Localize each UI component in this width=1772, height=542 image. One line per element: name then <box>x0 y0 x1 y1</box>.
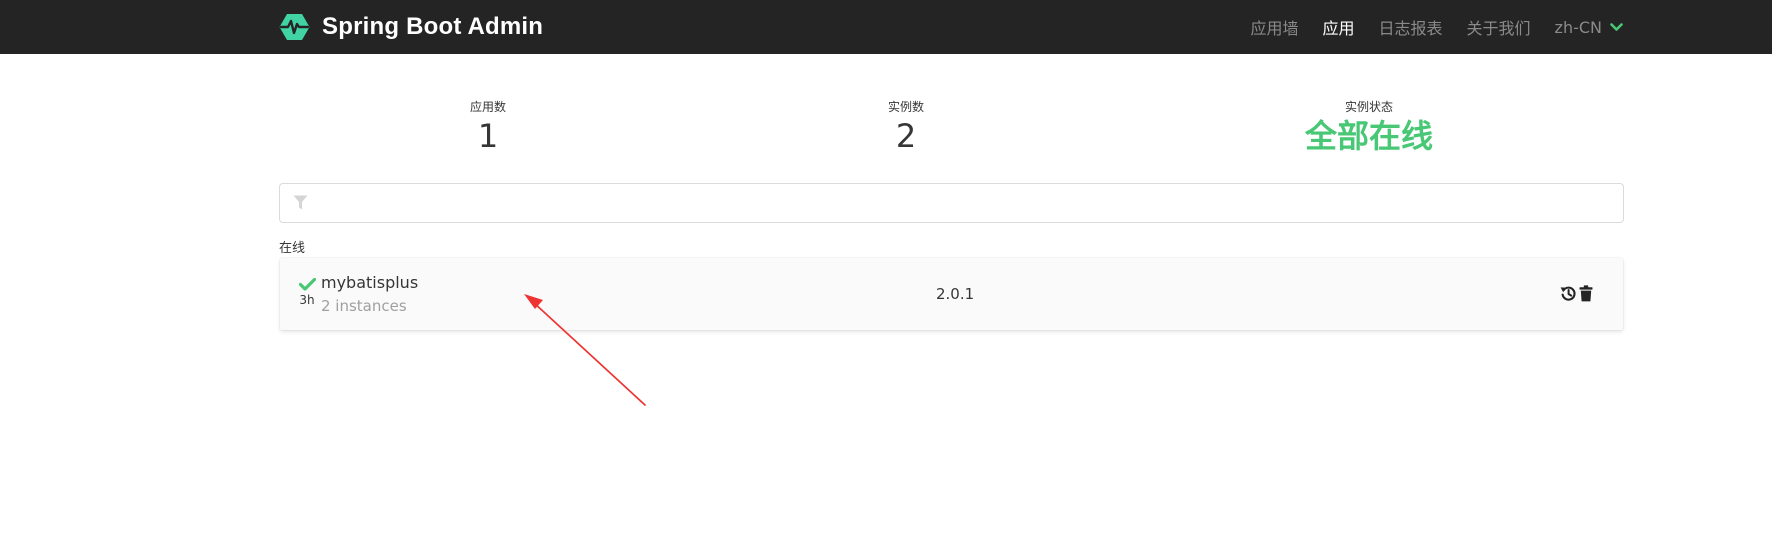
stat-instances: 实例数 2 <box>888 98 924 155</box>
stat-applications-heading: 应用数 <box>469 100 507 114</box>
delete-button[interactable] <box>1579 285 1593 306</box>
nav-item-journal[interactable]: 日志报表 <box>1379 15 1443 39</box>
nav-item-about[interactable]: 关于我们 <box>1467 15 1531 39</box>
trash-icon <box>1579 285 1593 302</box>
brand-link[interactable]: Spring Boot Admin <box>279 12 543 42</box>
check-icon <box>298 278 316 291</box>
statistics-level: 应用数 1 实例数 2 实例状态 全部在线 <box>279 98 1624 164</box>
filter-input[interactable] <box>320 190 1614 218</box>
stat-instances-heading: 实例数 <box>887 100 925 114</box>
nav-menu: 应用墙 应用 日志报表 关于我们 zh-CN <box>1226 0 1623 54</box>
application-version: 2.0.1 <box>936 285 975 303</box>
application-row[interactable]: 3h mybatisplus 2 instances 2.0.1 <box>280 258 1623 330</box>
application-name: mybatisplus <box>321 273 419 292</box>
group-label-up: 在线 <box>279 241 306 256</box>
stat-status: 实例状态 全部在线 <box>1305 98 1433 155</box>
application-status: 3h <box>296 278 318 307</box>
stat-applications: 应用数 1 <box>470 98 506 155</box>
filter-field[interactable] <box>279 183 1624 223</box>
navbar: Spring Boot Admin 应用墙 应用 日志报表 关于我们 zh-CN <box>0 0 1772 54</box>
stat-applications-value: 1 <box>477 117 499 155</box>
chevron-down-icon <box>1610 22 1623 31</box>
application-actions <box>1558 285 1593 306</box>
history-icon <box>1560 286 1576 301</box>
filter-icon <box>293 195 308 210</box>
language-selector[interactable]: zh-CN <box>1555 18 1623 37</box>
stat-status-heading: 实例状态 <box>1344 100 1394 114</box>
stat-instances-value: 2 <box>895 117 917 155</box>
brand-title: Spring Boot Admin <box>322 13 544 40</box>
application-instance-count: 2 instances <box>321 297 407 315</box>
nav-item-applications[interactable]: 应用 <box>1323 15 1355 39</box>
restart-history-button[interactable] <box>1560 285 1577 306</box>
application-uptime: 3h <box>299 293 315 307</box>
language-label: zh-CN <box>1554 17 1602 37</box>
stat-status-value: 全部在线 <box>1304 117 1434 155</box>
nav-item-wallboard[interactable]: 应用墙 <box>1250 15 1298 39</box>
heartbeat-hexagon-icon <box>279 14 310 40</box>
